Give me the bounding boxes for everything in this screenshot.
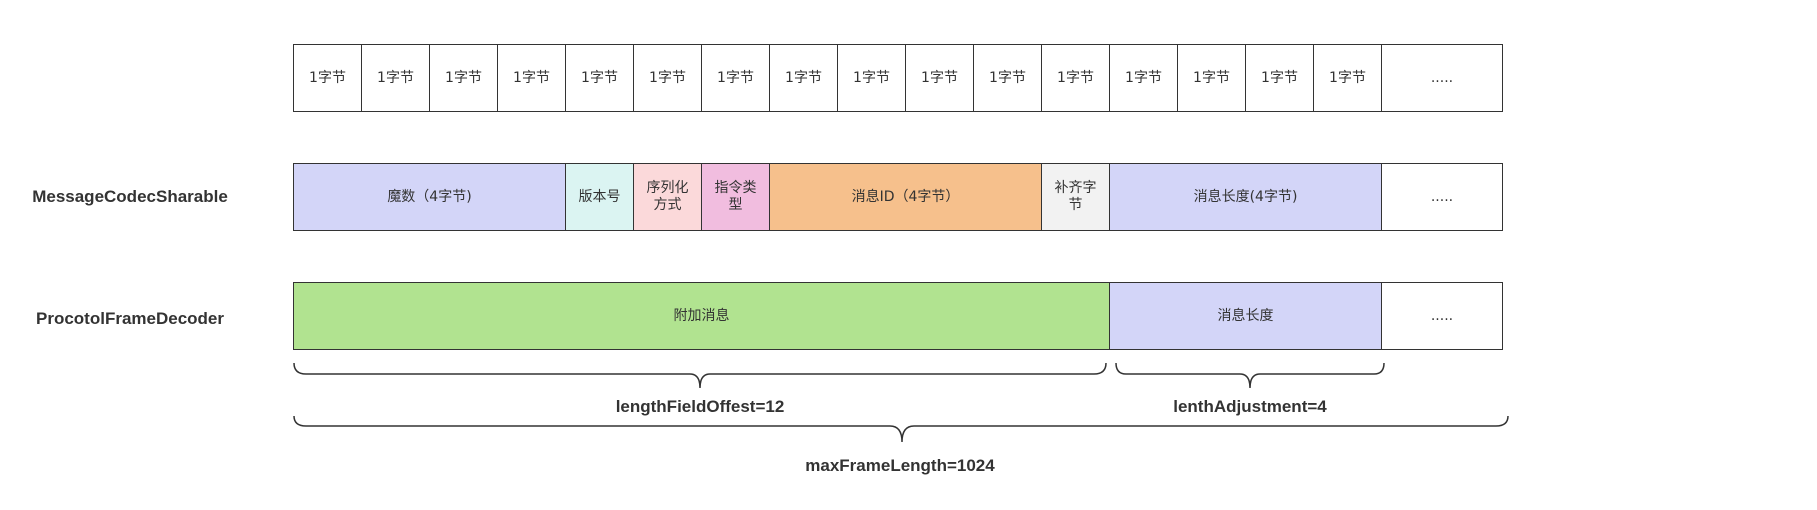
max-frame-length-label: maxFrameLength=1024 bbox=[805, 456, 995, 475]
braces-layer bbox=[293, 362, 1509, 443]
length-field-offset-brace bbox=[293, 362, 1107, 389]
max-frame-length-brace bbox=[293, 415, 1509, 443]
length-field-offset-label: lengthFieldOffest=12 bbox=[615, 397, 785, 416]
length-adjustment-label: lenthAdjustment=4 bbox=[1173, 397, 1327, 416]
length-adjustment-brace bbox=[1115, 362, 1385, 389]
